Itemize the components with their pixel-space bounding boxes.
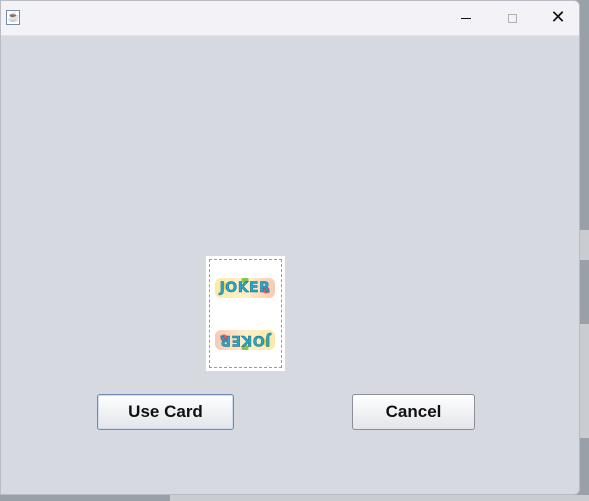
maximize-icon	[507, 13, 517, 23]
minimize-button[interactable]	[443, 1, 489, 35]
joker-card-top-label: JOKER	[215, 278, 275, 298]
use-card-button[interactable]: Use Card	[97, 394, 234, 430]
java-app-icon: ☕	[6, 10, 20, 25]
background-desktop	[580, 324, 589, 438]
close-button[interactable]: ✕	[535, 1, 579, 35]
joker-card[interactable]: JOKER JOKER	[206, 256, 285, 371]
dialog-window: ☕ ✕ JOKER JOKER Use Card Cancel	[0, 0, 580, 495]
card-border	[209, 259, 282, 368]
joker-card-bottom-label: JOKER	[215, 330, 275, 350]
cancel-button[interactable]: Cancel	[352, 394, 475, 430]
close-icon: ✕	[550, 7, 566, 28]
background-desktop	[580, 230, 589, 260]
background-desktop	[170, 495, 589, 501]
title-bar[interactable]: ☕ ✕	[1, 1, 579, 36]
minimize-icon	[461, 17, 471, 19]
maximize-button[interactable]	[489, 1, 535, 35]
